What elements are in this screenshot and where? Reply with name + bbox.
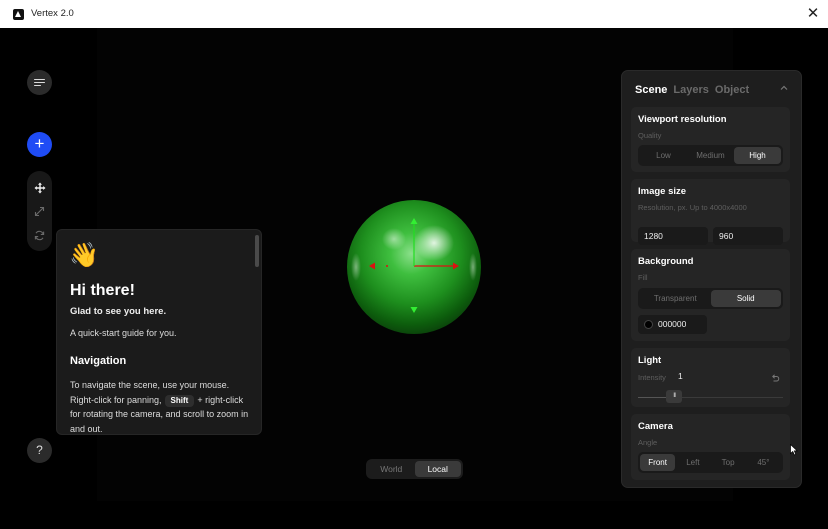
panel-tabs: Scene Layers Object	[635, 84, 749, 96]
light-title: Light	[638, 355, 662, 366]
tab-scene[interactable]: Scene	[635, 84, 667, 96]
scale-icon	[34, 206, 45, 216]
background-section: Background Fill Transparent Solid 000000	[631, 249, 790, 341]
intensity-value[interactable]: 1	[678, 371, 683, 381]
quality-label: Quality	[638, 131, 662, 140]
rotate-icon	[34, 230, 45, 240]
reset-icon[interactable]	[770, 373, 780, 383]
fill-transparent-option[interactable]: Transparent	[640, 290, 711, 307]
rotate-tool-button[interactable]	[27, 224, 52, 246]
camera-front-option[interactable]: Front	[640, 454, 676, 471]
welcome-scrollbar[interactable]	[255, 235, 259, 267]
camera-title: Camera	[638, 421, 673, 432]
image-size-hint: Resolution, px. Up to 4000x4000	[638, 203, 747, 212]
close-button[interactable]: ✕	[804, 5, 822, 23]
chevron-up-icon[interactable]	[777, 81, 791, 95]
mouse-cursor-icon	[790, 444, 798, 456]
camera-left-option[interactable]: Left	[675, 454, 710, 471]
quality-high-option[interactable]: High	[734, 147, 781, 164]
help-button[interactable]: ?	[27, 438, 52, 463]
title-bar: Vertex 2.0 ✕	[0, 0, 828, 28]
scale-tool-button[interactable]	[27, 200, 52, 222]
properties-panel: Scene Layers Object Viewport resolution …	[621, 70, 802, 488]
menu-icon	[34, 78, 45, 80]
quality-selector: Low Medium High	[638, 145, 783, 166]
welcome-guide-text: A quick-start guide for you.	[70, 328, 177, 338]
color-swatch[interactable]	[644, 320, 653, 329]
selected-sphere-object[interactable]	[346, 199, 482, 335]
app-title: Vertex 2.0	[31, 8, 74, 19]
fill-label: Fill	[638, 273, 648, 282]
menu-button[interactable]	[27, 70, 52, 95]
background-color-value: 000000	[658, 319, 687, 329]
welcome-subtitle: Glad to see you here.	[70, 306, 167, 317]
local-space-option[interactable]: Local	[414, 461, 461, 477]
coordinate-space-toggle: World Local	[366, 459, 463, 479]
quality-medium-option[interactable]: Medium	[687, 147, 734, 164]
camera-section: Camera Angle Front Left Top 45°	[631, 414, 790, 480]
shift-key-badge: Shift	[164, 394, 195, 407]
camera-top-option[interactable]: Top	[711, 454, 746, 471]
world-space-option[interactable]: World	[368, 461, 415, 477]
move-tool-button[interactable]	[27, 177, 52, 199]
app-logo-icon	[13, 9, 24, 20]
intensity-label: Intensity	[638, 373, 666, 382]
background-color-input[interactable]: 000000	[638, 315, 707, 334]
camera-45-option[interactable]: 45°	[746, 454, 781, 471]
welcome-title: Hi there!	[70, 282, 135, 299]
add-object-button[interactable]: +	[27, 132, 52, 157]
workspace: + ? 👋 Hi there! Glad to see you here. A …	[0, 28, 828, 529]
navigation-heading: Navigation	[70, 355, 127, 367]
background-title: Background	[638, 256, 694, 267]
move-icon	[34, 182, 45, 194]
navigation-text: To navigate the scene, use your mouse. R…	[70, 378, 252, 434]
quality-low-option[interactable]: Low	[640, 147, 687, 164]
welcome-panel: 👋 Hi there! Glad to see you here. A quic…	[56, 229, 262, 435]
image-width-input[interactable]: 1280	[638, 227, 708, 245]
menu-icon-line	[34, 85, 41, 87]
tab-object[interactable]: Object	[715, 84, 749, 96]
intensity-slider-thumb[interactable]: III	[666, 390, 683, 403]
light-section: Light Intensity 1 III	[631, 348, 790, 407]
fill-solid-option[interactable]: Solid	[710, 290, 781, 307]
image-size-title: Image size	[638, 186, 687, 197]
image-size-section: Image size Resolution, px. Up to 4000x40…	[631, 179, 790, 245]
viewport-resolution-title: Viewport resolution	[638, 114, 727, 125]
fill-type-selector: Transparent Solid	[638, 288, 783, 309]
image-height-input[interactable]: 960	[713, 227, 783, 245]
menu-icon-line	[34, 81, 45, 84]
transform-tools	[27, 171, 52, 251]
waving-hand-icon: 👋	[69, 242, 99, 269]
camera-angle-selector: Front Left Top 45°	[638, 452, 783, 473]
tab-layers[interactable]: Layers	[673, 84, 708, 96]
angle-label: Angle	[638, 438, 658, 447]
sphere-render	[347, 200, 481, 334]
viewport-resolution-section: Viewport resolution Quality Low Medium H…	[631, 107, 790, 172]
